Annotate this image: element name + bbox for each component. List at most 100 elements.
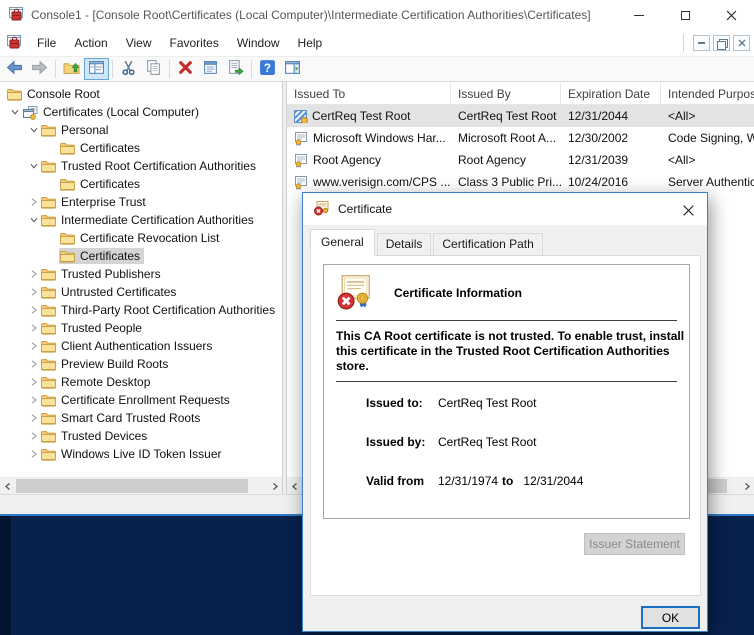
tree-item-windows-live-id-token-issuer[interactable]: Windows Live ID Token Issuer [0, 445, 282, 463]
chevron-right-icon[interactable] [27, 322, 40, 335]
tree-item-trusted-root-certification-authorities[interactable]: Trusted Root Certification Authorities [0, 157, 282, 175]
chevron-right-icon[interactable] [27, 394, 40, 407]
list-row-certreq-test-root[interactable]: CertReq Test RootCertReq Test Root12/31/… [287, 105, 754, 127]
tree-item-intermediate-certification-authorities[interactable]: Intermediate Certification Authorities [0, 211, 282, 229]
tree-item-console-root[interactable]: Console Root [0, 85, 282, 103]
chevron-right-icon[interactable] [27, 448, 40, 461]
chevron-down-icon[interactable] [8, 106, 21, 119]
tree-item-personal[interactable]: Personal [0, 121, 282, 139]
copy-button[interactable] [141, 58, 166, 80]
tab-general[interactable]: General [310, 229, 375, 256]
help-button[interactable]: ? [255, 58, 280, 80]
back-icon [6, 59, 23, 79]
issued-to-cell: www.verisign.com/CPS ... [287, 175, 451, 190]
show-action-pane-button[interactable] [280, 58, 305, 80]
up-one-level-button[interactable] [59, 58, 84, 80]
show-hide-console-tree-button[interactable] [84, 58, 109, 80]
folder-icon [41, 196, 56, 209]
column-header-label: Issued By [458, 87, 511, 101]
chevron-right-icon[interactable] [27, 268, 40, 281]
chevron-right-icon[interactable] [27, 304, 40, 317]
expander-spacer [46, 250, 59, 263]
desktop-edge [0, 516, 11, 635]
tree-item-trusted-publishers[interactable]: Trusted Publishers [0, 265, 282, 283]
valid-to-label: to [502, 474, 513, 488]
dialog-close-button[interactable] [679, 201, 697, 219]
chevron-right-icon[interactable] [27, 196, 40, 209]
delete-button[interactable] [173, 58, 198, 80]
chevron-down-icon[interactable] [27, 160, 40, 173]
column-header-issued-by[interactable]: Issued By [451, 82, 561, 104]
scroll-right-icon[interactable] [267, 478, 282, 494]
tree-item-untrusted-certificates[interactable]: Untrusted Certificates [0, 283, 282, 301]
close-button[interactable] [708, 0, 754, 30]
tree-item-content: Certificates [59, 140, 144, 156]
expander-spacer [46, 142, 59, 155]
toolbar-separator [112, 60, 113, 78]
chevron-right-icon[interactable] [27, 430, 40, 443]
column-header-issued-to[interactable]: Issued To [287, 82, 451, 104]
properties-button[interactable] [198, 58, 223, 80]
console-window-icon [6, 34, 22, 53]
menu-window[interactable]: Window [228, 32, 289, 54]
issued-to-label: Issued to: [366, 396, 438, 410]
back-button[interactable] [2, 58, 27, 80]
tree-item-certificates[interactable]: Certificates [0, 247, 282, 265]
cell-text: 12/30/2002 [568, 131, 628, 145]
tree-item-enterprise-trust[interactable]: Enterprise Trust [0, 193, 282, 211]
tree-item-certificates-local-computer[interactable]: Certificates (Local Computer) [0, 103, 282, 121]
menu-favorites[interactable]: Favorites [161, 32, 228, 54]
cut-button[interactable] [116, 58, 141, 80]
tree-item-smart-card-trusted-roots[interactable]: Smart Card Trusted Roots [0, 409, 282, 427]
tree-item-label: Intermediate Certification Authorities [61, 213, 254, 227]
issuer-statement-button[interactable]: Issuer Statement [584, 533, 685, 555]
scrollbar-thumb[interactable] [16, 479, 248, 493]
export-list-button[interactable] [223, 58, 248, 80]
cell-text: Root Agency [313, 153, 381, 167]
chevron-right-icon[interactable] [27, 340, 40, 353]
tree-item-preview-build-roots[interactable]: Preview Build Roots [0, 355, 282, 373]
chevron-right-icon[interactable] [27, 412, 40, 425]
forward-button[interactable] [27, 58, 52, 80]
chevron-right-icon[interactable] [27, 376, 40, 389]
scroll-right-icon[interactable] [739, 478, 754, 494]
dialog-tabs: GeneralDetailsCertification Path [310, 229, 545, 255]
tree-item-third-party-root-certification-authorities[interactable]: Third-Party Root Certification Authoriti… [0, 301, 282, 319]
tree-item-certificates[interactable]: Certificates [0, 175, 282, 193]
child-close-button[interactable] [733, 35, 750, 51]
list-header: Issued To Issued By Expiration DateIntende… [287, 82, 754, 105]
tree-item-certificate-enrollment-requests[interactable]: Certificate Enrollment Requests [0, 391, 282, 409]
chevron-down-icon[interactable] [27, 214, 40, 227]
menu-action[interactable]: Action [65, 32, 116, 54]
dialog-title: Certificate [338, 202, 392, 216]
divider [336, 381, 677, 382]
minimize-button[interactable] [616, 0, 662, 30]
maximize-button[interactable] [662, 0, 708, 30]
list-row-root-agency[interactable]: Root AgencyRoot Agency12/31/2039<All> [287, 149, 754, 171]
ok-button[interactable]: OK [641, 606, 700, 629]
tab-details[interactable]: Details [377, 233, 432, 256]
scroll-left-icon[interactable] [0, 478, 15, 494]
tree-item-client-authentication-issuers[interactable]: Client Authentication Issuers [0, 337, 282, 355]
cell-text: CertReq Test Root [458, 109, 557, 123]
list-row-microsoft-windows-har[interactable]: Microsoft Windows Har...Microsoft Root A… [287, 127, 754, 149]
child-minimize-button[interactable] [693, 35, 710, 51]
menu-view[interactable]: View [117, 32, 161, 54]
scroll-left-icon[interactable] [287, 478, 302, 494]
menu-file[interactable]: File [28, 32, 65, 54]
column-header-expiration-date[interactable]: Expiration Date [561, 82, 661, 104]
chevron-right-icon[interactable] [27, 358, 40, 371]
menu-help[interactable]: Help [289, 32, 332, 54]
tab-certification-path[interactable]: Certification Path [433, 233, 542, 256]
tree-item-remote-desktop[interactable]: Remote Desktop [0, 373, 282, 391]
child-restore-button[interactable] [713, 35, 730, 51]
column-header-intended-purposes[interactable]: Intended Purposes [661, 82, 754, 104]
chevron-right-icon[interactable] [27, 286, 40, 299]
tree-item-certificate-revocation-list[interactable]: Certificate Revocation List [0, 229, 282, 247]
tree-item-trusted-devices[interactable]: Trusted Devices [0, 427, 282, 445]
tree-item-certificates[interactable]: Certificates [0, 139, 282, 157]
tree-item-trusted-people[interactable]: Trusted People [0, 319, 282, 337]
list-row-www-verisign-com-cps[interactable]: www.verisign.com/CPS ...Class 3 Public P… [287, 171, 754, 193]
chevron-down-icon[interactable] [27, 124, 40, 137]
tree-horizontal-scrollbar[interactable] [0, 477, 282, 494]
